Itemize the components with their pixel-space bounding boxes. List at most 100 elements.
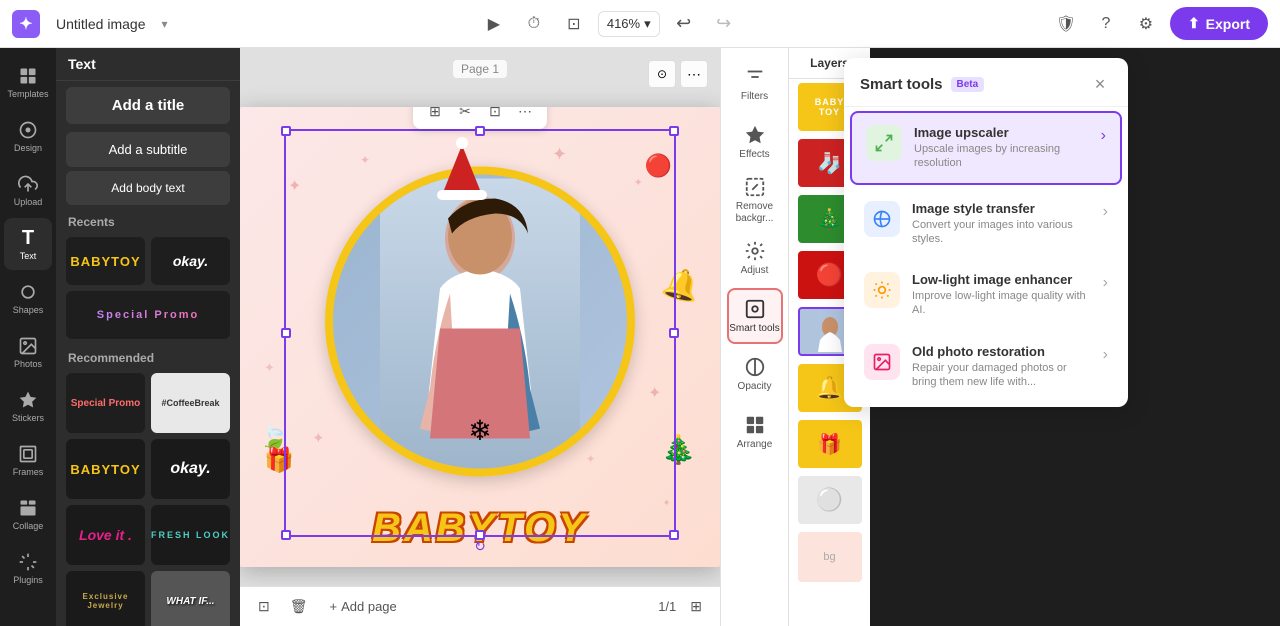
effects-tool[interactable]: Effects	[727, 114, 783, 170]
christmas-ball: 🔴	[645, 153, 672, 179]
sidebar-item-design[interactable]: Design	[4, 110, 52, 162]
settings-icon[interactable]: ⚙	[1130, 8, 1162, 40]
recommended-grid: Special Promo #CoffeeBreak BABYTOY okay.…	[56, 369, 240, 626]
canvas-frame[interactable]: ✦ ✦ ✦ ✦ ✦ ✦ ✦ ✦ ✦ ✦	[240, 107, 720, 567]
fit-page-button[interactable]: ⊞	[684, 594, 708, 619]
recommended-label: Recommended	[56, 343, 240, 369]
undo-button[interactable]: ↩	[668, 8, 700, 40]
remove-bg-icon	[744, 176, 766, 198]
rec-special-promo[interactable]: Special Promo	[66, 373, 145, 433]
play-icon[interactable]: ▶	[478, 8, 510, 40]
copy-canvas-button[interactable]: ⊡	[252, 594, 276, 619]
export-button[interactable]: ⬆ Export	[1170, 7, 1268, 40]
rec-exclusive[interactable]: Exclusive Jewelry	[66, 571, 145, 626]
rec-what-if[interactable]: WHAT IF...	[151, 571, 230, 626]
file-name-button[interactable]: Untitled image	[48, 12, 154, 36]
photo-desc: Repair your damaged photos or bring them…	[912, 361, 1091, 390]
smart-tools-close[interactable]: ×	[1088, 72, 1112, 96]
redo-button[interactable]: ↪	[708, 8, 740, 40]
sidebar-item-frames[interactable]: Frames	[4, 434, 52, 486]
recents-grid: BABYTOY okay. Special Promo	[56, 233, 240, 343]
canvas-options-button[interactable]: ⋯	[680, 60, 708, 88]
rec-love-it[interactable]: Love it .	[66, 505, 145, 565]
sidebar-item-templates[interactable]: Templates	[4, 56, 52, 108]
smart-tool-item-style[interactable]: Image style transfer Convert your images…	[850, 189, 1122, 259]
smart-tools-tool[interactable]: Smart tools	[727, 288, 783, 344]
fresh-look-text: FRESH LOOK	[151, 530, 230, 540]
handle-lm[interactable]	[281, 328, 291, 338]
handle-tm[interactable]	[475, 126, 485, 136]
canvas-more-button[interactable]: ⊙	[648, 60, 676, 88]
add-page-button[interactable]: + Add page	[322, 595, 405, 618]
sel-tool-more[interactable]: ⋯	[511, 107, 539, 125]
right-tools-panel: Filters Effects Remove backgr... Adjust …	[720, 48, 788, 626]
recent-okay[interactable]: okay.	[151, 237, 230, 285]
smart-tool-item-photo[interactable]: Old photo restoration Repair your damage…	[850, 332, 1122, 402]
upload-label: Upload	[14, 197, 43, 207]
recent-special-promo[interactable]: Special Promo	[66, 291, 230, 339]
rec-fresh-look[interactable]: FRESH LOOK	[151, 505, 230, 565]
handle-bl[interactable]	[281, 530, 291, 540]
rec-okay[interactable]: okay.	[151, 439, 230, 499]
adjust-tool[interactable]: Adjust	[727, 230, 783, 286]
page-counter: 1/1	[658, 599, 676, 614]
text-panel-header: Text	[56, 48, 240, 81]
exclusive-text: Exclusive Jewelry	[66, 588, 145, 614]
sidebar-item-upload[interactable]: Upload	[4, 164, 52, 216]
add-title-button[interactable]: Add a title	[66, 87, 230, 124]
add-body-button[interactable]: Add body text	[66, 171, 230, 205]
left-sidebar: Templates Design Upload T Text Shapes Ph…	[0, 48, 56, 626]
handle-tl[interactable]	[281, 126, 291, 136]
layer-8[interactable]: ⚪	[798, 476, 862, 524]
handle-rm[interactable]	[669, 328, 679, 338]
selection-toolbar: ⊞ ✂ ⊡ ⋯	[413, 107, 547, 129]
sidebar-item-plugins[interactable]: Plugins	[4, 542, 52, 594]
add-page-icon: +	[330, 599, 338, 614]
opacity-tool[interactable]: Opacity	[727, 346, 783, 402]
effects-icon	[744, 124, 766, 146]
sel-tool-copy[interactable]: ⊡	[481, 107, 509, 125]
smart-tool-item-upscaler[interactable]: Image upscaler Upscale images by increas…	[850, 111, 1122, 185]
sidebar-item-text[interactable]: T Text	[4, 218, 52, 270]
upscaler-text: Image upscaler Upscale images by increas…	[914, 125, 1089, 171]
photos-label: Photos	[14, 359, 42, 369]
coffee-break-text: #CoffeeBreak	[161, 398, 219, 408]
recent-babytoy[interactable]: BABYTOY	[66, 237, 145, 285]
remove-bg-tool[interactable]: Remove backgr...	[727, 172, 783, 228]
sidebar-item-stickers[interactable]: Stickers	[4, 380, 52, 432]
sidebar-item-photos[interactable]: Photos	[4, 326, 52, 378]
handle-tr[interactable]	[669, 126, 679, 136]
bottom-bar: ⊡ 🗑 + Add page 1/1 ⊞	[240, 586, 720, 626]
lowlight-title: Low-light image enhancer	[912, 272, 1091, 287]
zoom-control[interactable]: 416% ▾	[598, 11, 660, 37]
sidebar-item-collage[interactable]: Collage	[4, 488, 52, 540]
handle-br[interactable]	[669, 530, 679, 540]
shield-icon[interactable]: 🛡	[1050, 8, 1082, 40]
okay-rec-text: okay.	[170, 460, 210, 478]
timer-icon[interactable]: ⏱	[518, 8, 550, 40]
sidebar-item-shapes[interactable]: Shapes	[4, 272, 52, 324]
stickers-icon	[18, 390, 38, 410]
smart-tools-overlay: Smart tools Beta × Image upscaler Upscal…	[844, 58, 1128, 407]
resize-icon[interactable]: ⊡	[558, 8, 590, 40]
add-subtitle-button[interactable]: Add a subtitle	[66, 132, 230, 167]
rec-babytoy[interactable]: BABYTOY	[66, 439, 145, 499]
delete-canvas-button[interactable]: 🗑	[284, 594, 314, 619]
sel-tool-crop[interactable]: ✂	[451, 107, 479, 125]
text-icon: T	[22, 228, 34, 248]
arrange-tool[interactable]: Arrange	[727, 404, 783, 460]
rec-coffee-break[interactable]: #CoffeeBreak	[151, 373, 230, 433]
smart-tool-item-lowlight[interactable]: Low-light image enhancer Improve low-lig…	[850, 260, 1122, 330]
special-promo-rec-text: Special Promo	[67, 394, 144, 413]
layer-9[interactable]: bg	[798, 532, 862, 582]
style-icon	[864, 201, 900, 237]
filters-tool[interactable]: Filters	[727, 56, 783, 112]
photos-icon	[18, 336, 38, 356]
sel-tool-expand[interactable]: ⊞	[421, 107, 449, 125]
okay-text: okay.	[173, 253, 208, 269]
love-it-text: Love it .	[79, 527, 132, 543]
layer-7[interactable]: 🎁	[798, 420, 862, 468]
smart-tools-icon	[744, 298, 766, 320]
help-icon[interactable]: ?	[1090, 8, 1122, 40]
brand-text: BABYTOY	[372, 506, 588, 551]
